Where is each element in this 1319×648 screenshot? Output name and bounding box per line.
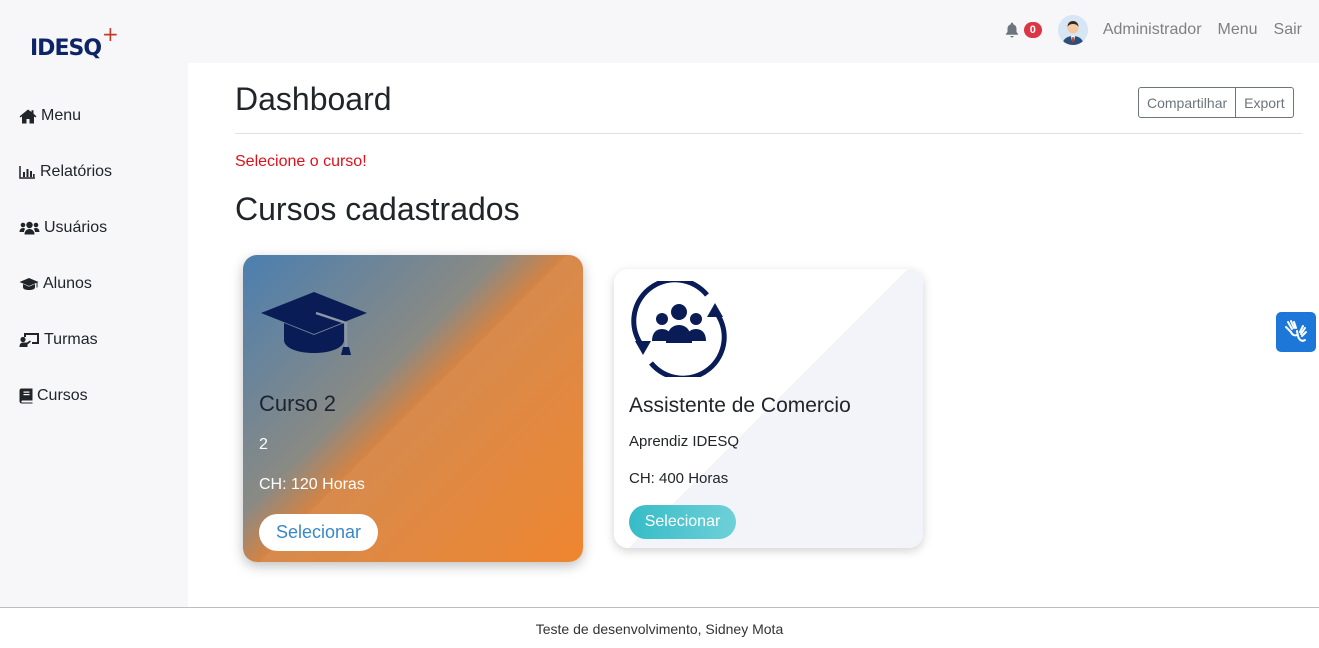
section-title: Cursos cadastrados [235,191,520,227]
sidebar: Menu Relatórios Usuários Alunos Turmas C… [0,63,188,607]
footer: Teste de desenvolvimento, Sidney Mota [0,607,1319,648]
bar-chart-icon [19,166,35,179]
course-description: Aprendiz IDESQ [629,433,740,450]
notification-badge: 0 [1023,22,1042,38]
sidebar-item-usuarios[interactable]: Usuários [19,219,107,237]
course-name: Assistente de Comercio [629,394,851,417]
sidebar-item-label: Alunos [43,275,92,292]
sidebar-item-relatorios[interactable]: Relatórios [19,163,112,181]
sign-language-hands-icon [1285,320,1307,342]
book-icon [19,388,33,404]
top-right-nav: 0 Administrador Menu Sair [1005,14,1302,46]
sidebar-item-menu[interactable]: Menu [19,107,81,125]
top-navbar: IDESQ+ 0 Administrador Menu Sair [0,0,1319,63]
course-hours: CH: 400 Horas [629,470,729,487]
sign-language-accessibility-button[interactable] [1276,312,1316,352]
sidebar-item-alunos[interactable]: Alunos [19,275,92,293]
sidebar-item-label: Turmas [44,331,98,348]
user-name-link[interactable]: Administrador [1103,21,1202,39]
home-icon [19,109,37,123]
course-card: Curso 2 2 CH: 120 Horas Selecionar [243,255,583,562]
idesq-logo[interactable]: IDESQ+ [30,22,119,61]
select-course-button[interactable]: Selecionar [629,505,736,539]
logo-text: IDESQ [30,36,102,61]
share-button[interactable]: Compartilhar [1138,87,1237,118]
group-cycle-icon [631,281,727,377]
sidebar-item-cursos[interactable]: Cursos [19,387,88,405]
main-content: Dashboard Compartilhar Export Selecione … [188,63,1319,607]
users-icon [19,221,40,235]
sidebar-item-label: Menu [41,107,82,124]
select-course-alert: Selecione o curso! [235,153,367,170]
course-name: Curso 2 [259,391,337,416]
course-card: Assistente de Comercio Aprendiz IDESQ CH… [614,269,923,548]
sidebar-item-label: Cursos [37,387,88,404]
header-divider [235,133,1302,134]
chalkboard-teacher-icon [19,333,39,347]
sidebar-item-turmas[interactable]: Turmas [19,331,98,349]
footer-text: Teste de desenvolvimento, Sidney Mota [535,621,784,637]
sidebar-item-label: Usuários [44,219,108,236]
toolbar-button-group: Compartilhar Export [1138,87,1294,118]
course-hours: CH: 120 Horas [259,476,365,493]
select-course-button[interactable]: Selecionar [259,514,378,551]
menu-link[interactable]: Menu [1218,21,1258,39]
avatar[interactable] [1057,15,1088,45]
export-button[interactable]: Export [1236,87,1294,118]
course-description: 2 [259,436,268,453]
bell-icon[interactable] [1005,22,1019,38]
graduation-cap-icon [19,278,39,290]
logo-plus: + [102,22,119,46]
page-title: Dashboard [235,81,392,117]
sidebar-item-label: Relatórios [40,163,113,180]
logout-link[interactable]: Sair [1274,21,1302,39]
graduation-cap-icon [261,292,367,355]
